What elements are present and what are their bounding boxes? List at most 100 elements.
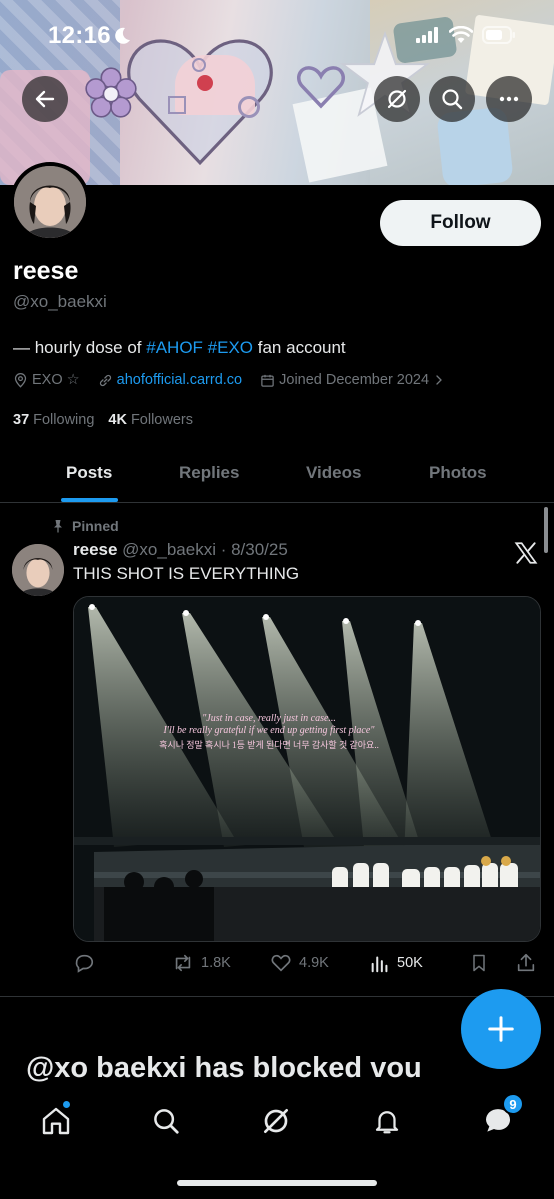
nav-search[interactable]	[141, 1096, 191, 1146]
pinned-text: Pinned	[72, 518, 119, 534]
battery-icon	[482, 26, 515, 44]
hashtag-link[interactable]: #AHOF	[146, 338, 203, 357]
status-time: 12:16	[48, 22, 111, 49]
more-horizontal-icon	[499, 96, 519, 102]
grok-icon	[264, 1109, 288, 1133]
square-decoration-icon	[168, 96, 186, 114]
blocked-notice: @xo baekxi has blocked vou	[26, 1052, 422, 1084]
reply-button[interactable]	[73, 952, 95, 974]
profile-joined[interactable]: Joined December 2024	[260, 372, 445, 388]
search-icon	[442, 89, 463, 110]
concert-photo	[74, 597, 540, 941]
bell-icon	[375, 1111, 399, 1134]
cellular-signal-icon	[416, 27, 438, 43]
display-name: reese	[13, 257, 79, 285]
back-button[interactable]	[22, 76, 68, 122]
repost-button[interactable]: 1.8K	[171, 952, 231, 974]
tab-replies[interactable]: Replies	[179, 463, 239, 483]
views-chart-icon	[371, 956, 388, 973]
repost-icon	[175, 954, 191, 972]
like-count: 4.9K	[299, 955, 329, 971]
post-author-handle-date[interactable]: @xo_baekxi · 8/30/25	[122, 540, 288, 559]
views-button[interactable]: 50K	[369, 952, 423, 974]
profile-handle: @xo_baekxi	[13, 292, 107, 311]
following-count: 37	[13, 412, 30, 428]
active-tab-indicator	[61, 498, 118, 502]
ring-decoration-icon	[192, 58, 206, 72]
profile-avatar[interactable]	[10, 162, 90, 242]
search-icon	[154, 1109, 179, 1134]
reply-icon	[75, 954, 94, 973]
status-icons	[416, 26, 516, 44]
divider	[0, 996, 554, 997]
home-icon	[42, 1107, 70, 1135]
status-bar: 12:16	[0, 22, 554, 52]
location-text: EXO ☆	[32, 372, 80, 388]
more-options-button[interactable]	[486, 76, 532, 122]
post-text: THIS SHOT IS EVERYTHING	[73, 564, 300, 583]
moon-icon	[115, 27, 130, 44]
profile-bio: — hourly dose of #AHOF #EXO fan account	[13, 338, 346, 358]
profile-location: EXO ☆	[13, 372, 80, 388]
followers-count: 4K	[108, 412, 127, 428]
profile-tabs: Posts Replies Videos Photos	[0, 445, 554, 503]
arrow-left-icon	[35, 90, 55, 108]
tab-videos[interactable]: Videos	[306, 463, 361, 483]
flower-decoration-icon	[85, 67, 137, 118]
joined-text: Joined December 2024	[279, 372, 430, 388]
plus-icon	[488, 1016, 514, 1042]
compose-post-button[interactable]	[461, 989, 541, 1069]
post-header: reese @xo_baekxi · 8/30/25	[73, 540, 288, 560]
bookmark-button[interactable]	[469, 952, 489, 974]
ring-decoration-icon	[238, 96, 260, 118]
grok-button[interactable]	[374, 76, 420, 122]
pin-icon	[54, 520, 62, 533]
wifi-icon	[449, 26, 473, 43]
avatar-photo	[14, 166, 86, 238]
hashtag-link[interactable]: #EXO	[208, 338, 253, 357]
share-icon	[517, 953, 535, 972]
bio-text: — hourly dose of	[13, 338, 147, 357]
followers-label: Followers	[130, 412, 193, 428]
nav-home[interactable]	[31, 1096, 81, 1146]
scrollbar[interactable]	[544, 507, 548, 553]
x-logo-icon[interactable]	[513, 540, 539, 566]
profile-banner[interactable]: 12:16	[0, 0, 554, 185]
nav-grok[interactable]	[251, 1096, 301, 1146]
profile-website[interactable]: ahofofficial.carrd.co	[98, 372, 242, 388]
profile-meta: EXO ☆ ahofofficial.carrd.co Joined Decem…	[13, 372, 463, 388]
grok-icon	[387, 89, 407, 109]
like-button[interactable]: 4.9K	[269, 952, 329, 974]
search-button[interactable]	[429, 76, 475, 122]
website-link[interactable]: ahofofficial.carrd.co	[117, 372, 242, 388]
calendar-icon	[261, 374, 274, 387]
post-author-avatar[interactable]	[12, 544, 64, 596]
tab-photos[interactable]: Photos	[429, 463, 487, 483]
pinned-label: Pinned	[52, 518, 119, 534]
post-actions: 1.8K 4.9K 50K	[73, 950, 543, 976]
unread-dot	[63, 1101, 70, 1108]
following-label: Following	[33, 412, 95, 428]
views-count: 50K	[397, 955, 423, 971]
avatar-photo	[12, 544, 64, 596]
nav-messages[interactable]: 9	[473, 1093, 524, 1146]
follow-counts: 37 Following 4K Followers	[13, 412, 193, 428]
banner-cherry	[197, 75, 213, 91]
location-pin-icon	[14, 372, 27, 388]
post-image[interactable]: "Just in case, really just in case... I'…	[73, 596, 541, 942]
share-button[interactable]	[515, 952, 537, 974]
link-icon	[99, 374, 111, 386]
home-indicator	[177, 1180, 377, 1186]
repost-count: 1.8K	[201, 955, 231, 971]
heart-icon	[271, 954, 291, 972]
post-author-name[interactable]: reese	[73, 540, 117, 559]
follow-button[interactable]: Follow	[380, 200, 541, 246]
tab-posts[interactable]: Posts	[66, 463, 112, 483]
messages-badge: 9	[502, 1093, 524, 1115]
chevron-right-icon	[436, 375, 442, 385]
followers-link[interactable]: 4K Followers	[108, 412, 193, 428]
following-link[interactable]: 37 Following	[13, 412, 94, 428]
bookmark-icon	[473, 954, 485, 972]
nav-notifications[interactable]	[362, 1096, 412, 1146]
bio-text: fan account	[253, 338, 346, 357]
